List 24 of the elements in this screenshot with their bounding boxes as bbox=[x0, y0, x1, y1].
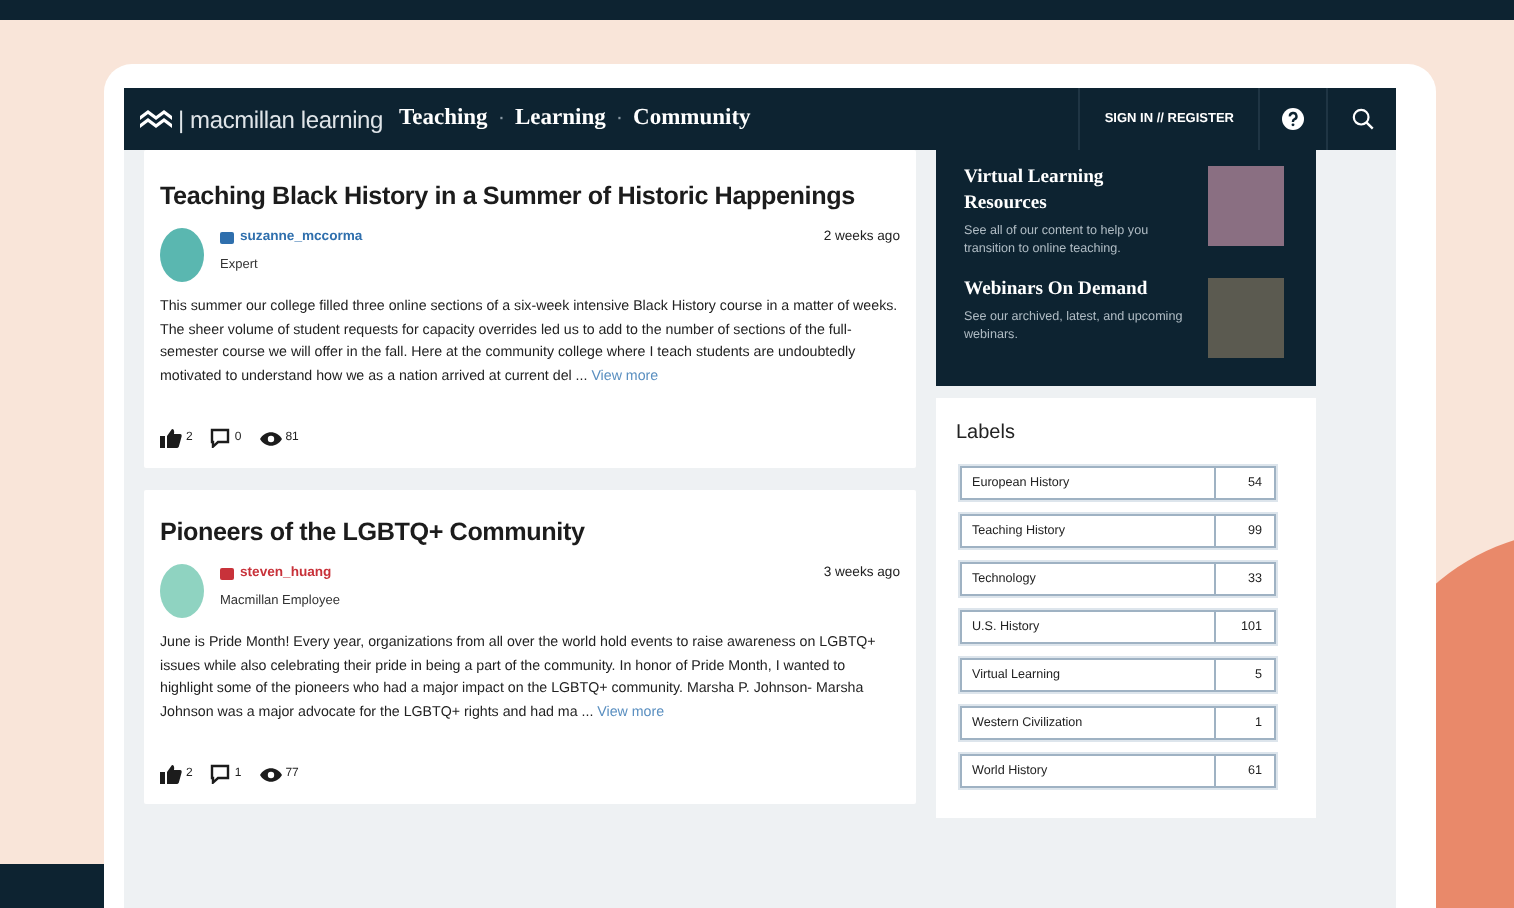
separator-dot: · bbox=[615, 104, 624, 135]
promo-title[interactable]: Webinars On Demand bbox=[964, 278, 1188, 305]
thumbs-up-icon[interactable] bbox=[160, 764, 182, 785]
post-title[interactable]: Teaching Black History in a Summer of Historic Happenings bbox=[160, 182, 900, 213]
avatar bbox=[160, 228, 204, 283]
photo-placeholder bbox=[1208, 278, 1284, 359]
nav-link[interactable]: Learning bbox=[514, 101, 606, 137]
post-title[interactable]: Pioneers of the LGBTQ+ Community bbox=[160, 518, 900, 549]
logo-text: | macmillan learning bbox=[178, 103, 383, 137]
nav-link[interactable]: Community bbox=[633, 101, 751, 137]
nav-link[interactable]: Teaching bbox=[399, 101, 488, 137]
eye-icon[interactable] bbox=[259, 431, 282, 446]
search-icon[interactable] bbox=[1351, 108, 1373, 130]
avatar bbox=[160, 564, 204, 619]
thumbs-up-icon[interactable] bbox=[160, 428, 182, 449]
labels-heading: Labels bbox=[956, 420, 1017, 449]
photo-placeholder bbox=[1208, 166, 1284, 246]
help-icon[interactable] bbox=[1282, 108, 1304, 130]
eye-icon[interactable] bbox=[259, 767, 282, 782]
comment-icon[interactable] bbox=[210, 764, 231, 785]
separator-dot: · bbox=[497, 104, 505, 135]
promo-title[interactable]: Virtual Learning Resources bbox=[964, 166, 1188, 218]
comment-icon[interactable] bbox=[210, 428, 231, 449]
logo-icon[interactable] bbox=[140, 108, 172, 130]
